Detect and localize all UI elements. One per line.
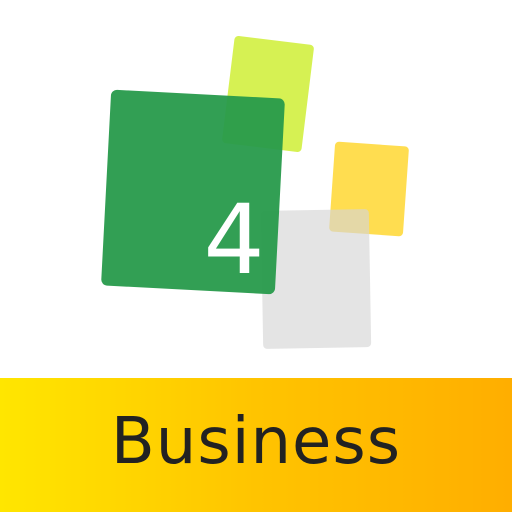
app-icon[interactable]: 4 Business bbox=[0, 0, 512, 512]
banner-label: Business bbox=[110, 405, 402, 479]
version-number: 4 bbox=[203, 184, 265, 296]
business-banner: Business bbox=[0, 378, 512, 512]
